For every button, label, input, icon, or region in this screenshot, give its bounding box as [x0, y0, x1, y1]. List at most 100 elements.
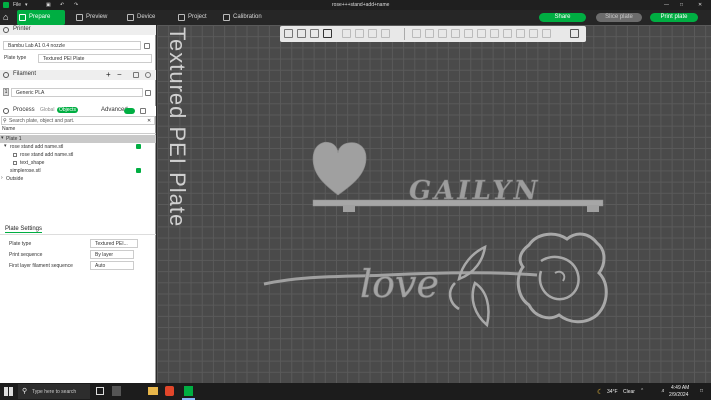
global-toggle[interactable]: Global — [40, 107, 54, 113]
mesh-boolean-icon[interactable] — [477, 29, 486, 38]
move-tool-icon[interactable] — [412, 29, 421, 38]
objects-toggle[interactable]: Objects — [57, 107, 78, 113]
list-item[interactable]: › Outside — [0, 175, 156, 183]
minimize-icon[interactable]: — — [664, 0, 669, 10]
object-checkbox[interactable] — [136, 168, 141, 173]
clock-time[interactable]: 4:49 AM — [671, 385, 689, 391]
show-hidden-icons[interactable]: ⌃ — [640, 388, 644, 394]
object-search-input[interactable]: Search plate, object and part. — [9, 117, 74, 125]
expand-chevron-icon[interactable]: › — [1, 175, 3, 181]
first-layer-sequence-select[interactable]: Auto — [90, 261, 134, 270]
slice-plate-button[interactable]: Slice plate — [596, 13, 642, 22]
seam-paint-icon[interactable] — [503, 29, 512, 38]
redo-icon[interactable]: ↷ — [74, 0, 78, 10]
close-icon[interactable]: ✕ — [698, 0, 702, 10]
volume-icon[interactable]: ♬ — [661, 388, 666, 394]
print-plate-button[interactable]: Print plate — [650, 13, 698, 22]
tab-prepare[interactable]: Prepare — [17, 10, 65, 25]
stand-foot-right[interactable] — [587, 206, 599, 212]
filament-settings-icon[interactable] — [145, 72, 151, 78]
brave-browser-icon[interactable] — [165, 386, 174, 396]
scale-tool-icon[interactable] — [438, 29, 447, 38]
filament-section-header: Filament + − — [0, 70, 156, 80]
plate-type-select[interactable]: Textured PEI... — [90, 239, 138, 248]
text-tool-icon[interactable] — [516, 29, 525, 38]
filament-section-title: Filament — [13, 71, 37, 77]
printer-edit-icon[interactable] — [144, 43, 150, 49]
build-plate-canvas[interactable]: Textured PEI Plate GAILYN love — [157, 25, 711, 383]
assembly-tool-icon[interactable] — [542, 29, 551, 38]
lay-on-face-icon[interactable] — [451, 29, 460, 38]
file-menu[interactable]: File — [13, 0, 21, 10]
clock-date[interactable]: 2/9/2024 — [669, 392, 688, 398]
list-item[interactable]: ▾ rose stand add name.stl — [0, 143, 156, 151]
rose-bloom-model[interactable] — [516, 232, 608, 324]
taskbar-search-input[interactable]: Type here to search — [32, 389, 76, 395]
add-plate-icon[interactable] — [297, 29, 306, 38]
filament-sync-icon[interactable] — [133, 72, 139, 78]
list-item[interactable]: text_shape — [0, 159, 156, 167]
list-item[interactable]: rose stand add name.stl — [0, 151, 156, 159]
filament-edit-icon[interactable] — [145, 90, 151, 96]
name-text-model[interactable]: GAILYN — [409, 176, 540, 207]
add-filament-icon[interactable]: + — [106, 70, 111, 79]
calculator-app-icon[interactable] — [112, 386, 121, 396]
file-explorer-icon[interactable] — [148, 387, 158, 395]
undo-icon[interactable]: ↶ — [60, 0, 64, 10]
list-item[interactable]: simplerose.stl — [0, 167, 156, 175]
home-icon[interactable]: ⌂ — [3, 12, 8, 23]
arrange-icon[interactable] — [323, 29, 332, 38]
rose-petal-inner[interactable] — [538, 255, 580, 301]
notifications-icon[interactable]: □ — [700, 388, 703, 394]
measure-tool-icon[interactable] — [529, 29, 538, 38]
stand-foot-left[interactable] — [343, 206, 355, 212]
add-object-icon[interactable] — [284, 29, 293, 38]
filament-material: Generic PLA — [16, 90, 45, 96]
tab-device[interactable]: Device — [125, 10, 169, 25]
rose-petal-center[interactable] — [554, 270, 566, 282]
object-checkbox[interactable] — [136, 144, 141, 149]
list-item-label: rose stand add name.stl — [20, 152, 74, 158]
love-text-model[interactable]: love — [360, 262, 440, 307]
task-view-icon[interactable] — [96, 387, 104, 395]
print-sequence-select[interactable]: By layer — [90, 250, 134, 259]
rose-leaf-lower[interactable] — [471, 281, 490, 328]
taskbar-search-box[interactable]: ⚲ Type here to search — [18, 384, 90, 399]
tab-project-label: Project — [188, 14, 207, 20]
orient-icon[interactable] — [310, 29, 319, 38]
filament-selector[interactable]: Generic PLA — [11, 88, 143, 97]
view-options-icon[interactable] — [570, 29, 579, 38]
share-button[interactable]: Share — [539, 13, 586, 22]
printer-plate-type-select[interactable]: Textured PEI Plate — [38, 54, 152, 63]
list-item[interactable]: ▾ Plate 1 — [0, 135, 156, 143]
save-icon[interactable]: ▣ — [46, 0, 51, 10]
printer-name: Bambu Lab A1 0.4 nozzle — [8, 43, 65, 49]
split-objects-icon[interactable] — [342, 29, 351, 38]
object-search-box[interactable]: ⚲ Search plate, object and part. ✕ — [1, 116, 155, 125]
maximize-icon[interactable]: □ — [680, 0, 683, 10]
search-clear-icon[interactable]: ✕ — [147, 117, 151, 125]
cut-tool-icon[interactable] — [464, 29, 473, 38]
menu-chevron-icon[interactable]: ▾ — [25, 0, 28, 10]
preview-icon — [76, 14, 83, 21]
rotate-tool-icon[interactable] — [425, 29, 434, 38]
support-paint-icon[interactable] — [490, 29, 499, 38]
layers-icon[interactable] — [381, 29, 390, 38]
tab-preview[interactable]: Preview — [74, 10, 120, 25]
process-compare-icon[interactable] — [140, 108, 146, 114]
advanced-switch[interactable] — [124, 108, 135, 114]
calibration-icon — [223, 14, 230, 21]
windows-start-icon[interactable] — [4, 387, 13, 396]
split-parts-icon[interactable] — [355, 29, 364, 38]
rose-leaf-curl[interactable] — [448, 282, 460, 311]
tab-calibration[interactable]: Calibration — [221, 10, 281, 25]
printer-selector[interactable]: Bambu Lab A1 0.4 nozzle — [3, 41, 141, 50]
expand-chevron-icon[interactable]: ▾ — [1, 135, 4, 141]
bambu-studio-taskbar-icon[interactable] — [184, 386, 193, 396]
heart-model[interactable] — [312, 141, 367, 196]
tab-project[interactable]: Project — [176, 10, 222, 25]
expand-chevron-icon[interactable]: ▾ — [4, 143, 7, 149]
variable-layer-icon[interactable] — [368, 29, 377, 38]
remove-filament-icon[interactable]: − — [117, 70, 122, 79]
left-sidebar: Printer Bambu Lab A1 0.4 nozzle Plate ty… — [0, 25, 156, 383]
